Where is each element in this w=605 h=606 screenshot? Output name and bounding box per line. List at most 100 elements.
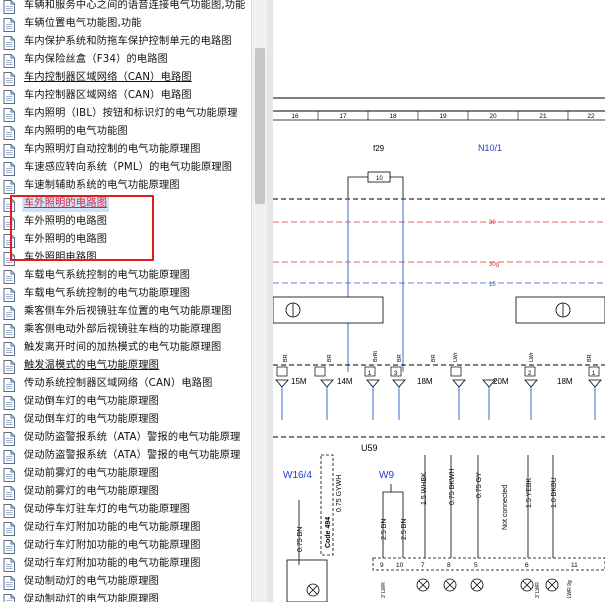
column-number: 22 (587, 113, 595, 120)
fuse-label: f29 (373, 144, 385, 153)
document-icon (3, 305, 15, 320)
tree-item-label: 车内照明的电气功能图 (24, 126, 128, 137)
tree-item-label: 促动防盗警报系统（ATA）警报的电气功能原理 (24, 450, 241, 461)
document-icon (3, 395, 15, 410)
wire-size: 0.75 GYWH (336, 475, 343, 512)
document-icon (3, 341, 15, 356)
tree-item-label: 促动前雾灯的电气功能原理图 (24, 486, 160, 497)
tree-item-label: 促动前雾灯的电气功能原理图 (24, 468, 160, 479)
tree-item[interactable]: 促动前雾灯的电气功能原理图 (0, 465, 251, 483)
tree-item-label: 车内保护系统和防拖车保护控制单元的电路图 (24, 36, 232, 47)
ground-label: 20M (493, 377, 509, 386)
wire-label: BR (397, 354, 403, 362)
tree-item[interactable]: 车速感应转向系统（PML）的电气功能原理图 (0, 159, 251, 177)
tree-item[interactable]: 促动行车灯附加功能的电气功能原理图 (0, 537, 251, 555)
wire-label: BrRt (373, 351, 379, 362)
document-icon (3, 377, 15, 392)
tree-item-label: 促动停车灯驻车灯的电气功能原理图 (24, 504, 191, 515)
tree-item[interactable]: 促动行车灯附加功能的电气功能原理图 (0, 519, 251, 537)
document-icon (3, 485, 15, 500)
tree-item[interactable]: 车内照明（IBL）按钮和标识灯的电气功能原理 (0, 105, 251, 123)
wire-size: 1.5 YEBK (526, 477, 533, 508)
document-icon (3, 89, 15, 104)
wire-label: BR (431, 354, 437, 362)
column-number: 21 (539, 113, 547, 120)
document-icon (3, 53, 15, 68)
column-number: 17 (339, 113, 347, 120)
ground-label: 18M (557, 377, 573, 386)
tree-item[interactable]: 触发温模式的电气功能原理图 (0, 357, 251, 375)
tree-item[interactable]: 车内控制器区域网络（CAN）电路图 (0, 69, 251, 87)
tree-item[interactable]: 促动防盗警报系统（ATA）警报的电气功能原理 (0, 447, 251, 465)
mid-ref: W9 (379, 470, 394, 481)
tree-item[interactable]: 乘客侧车外后视镜驻车位置的电气功能原理图 (0, 303, 251, 321)
pin-number: 5 (474, 562, 478, 569)
pin-small-label: 3' LWR (381, 582, 387, 598)
column-number: 18 (389, 113, 397, 120)
tree-item[interactable]: 促动制动灯的电气功能原理图 (0, 591, 251, 602)
document-icon (3, 323, 15, 338)
document-icon (3, 161, 15, 176)
wire-size: 1.0 BKBU (551, 477, 558, 508)
document-icon (3, 449, 15, 464)
wiring-diagram-viewer: 16 17 18 19 20 21 22 f29 10 N10/1 30 30g… (272, 0, 605, 603)
pin-number: 9 (380, 562, 384, 569)
tree-item[interactable]: 车载电气系统控制的电气功能原理图 (0, 267, 251, 285)
pin-small-label: LWR 9g (567, 580, 573, 598)
tree-item-label: 传动系统控制器区域网络（CAN）电路图 (24, 378, 213, 389)
wire-size: 0.75 GY (476, 472, 483, 498)
pin-small-label: 3' LWR (535, 582, 541, 598)
tree-item[interactable]: 乘客侧电动外部后视镜驻车档的功能原理图 (0, 321, 251, 339)
bus-label: 30g (489, 262, 499, 268)
tree-item-label: 促动制动灯的电气功能原理图 (24, 576, 160, 587)
tree-item-label: 乘客侧电动外部后视镜驻车档的功能原理图 (24, 324, 222, 335)
document-icon (3, 287, 15, 302)
tree-item[interactable]: 车内控制器区域网络（CAN）电路图 (0, 87, 251, 105)
tree-item[interactable]: 促动制动灯的电气功能原理图 (0, 573, 251, 591)
wire-label: BR (327, 354, 333, 362)
tree-item[interactable]: 车辆和服务中心之间的语音连接电气功能图,功能 (0, 0, 251, 15)
tree-item-label: 促动制动灯的电气功能原理图 (24, 594, 160, 602)
connector-label: U59 (361, 443, 378, 453)
tree-item-label: 车速制辅助系统的电气功能原理图 (24, 180, 180, 191)
wire-size: 1.5 WHBK (421, 472, 428, 505)
document-icon (3, 35, 15, 50)
document-icon (3, 125, 15, 140)
document-icon (3, 539, 15, 554)
tree-item[interactable]: 车辆位置电气功能图,功能 (0, 15, 251, 33)
tree-item[interactable]: 车内保险丝盒（F34）的电路图 (0, 51, 251, 69)
scrollbar-thumb[interactable] (255, 48, 265, 204)
left-ref: W16/4 (283, 470, 312, 481)
bus-label: 30 (489, 220, 496, 226)
tree-item[interactable]: 车载电气系统控制的电气功能原理图 (0, 285, 251, 303)
tree-item[interactable]: 促动防盗警报系统（ATA）警报的电气功能原理 (0, 429, 251, 447)
pin-number: 8 (447, 562, 451, 569)
document-icon (3, 17, 15, 32)
tree-item[interactable]: 促动停车灯驻车灯的电气功能原理图 (0, 501, 251, 519)
document-icon (3, 179, 15, 194)
tree-item[interactable]: 传动系统控制器区域网络（CAN）电路图 (0, 375, 251, 393)
tree-item[interactable]: 促动倒车灯的电气功能原理图 (0, 411, 251, 429)
tree-item[interactable]: 促动行车灯附加功能的电气功能原理图 (0, 555, 251, 573)
tree-item-label: 车内保险丝盒（F34）的电路图 (24, 54, 169, 65)
tree-item[interactable]: 车内照明灯自动控制的电气功能原理图 (0, 141, 251, 159)
document-icon (3, 575, 15, 590)
tree-item-label: 车辆位置电气功能图,功能 (24, 18, 142, 29)
wire-size: 2.5 BN (401, 519, 408, 540)
fuse-value: 10 (376, 176, 383, 182)
tree-item-label: 车内照明灯自动控制的电气功能原理图 (24, 144, 201, 155)
document-icon (3, 467, 15, 482)
tree-item-label: 促动行车灯附加功能的电气功能原理图 (24, 522, 201, 533)
code-label: Code 494 (325, 517, 332, 548)
column-number: 16 (291, 113, 299, 120)
document-tree-panel: 车辆和服务中心之间的语音连接电气功能图,功能车辆位置电气功能图,功能车内保护系统… (0, 0, 251, 602)
tree-item[interactable]: 触发离开时间的加热模式的电气功能原理图 (0, 339, 251, 357)
tree-item[interactable]: 促动前雾灯的电气功能原理图 (0, 483, 251, 501)
tree-item-label: 乘客侧车外后视镜驻车位置的电气功能原理图 (24, 306, 232, 317)
tree-item[interactable]: 车速制辅助系统的电气功能原理图 (0, 177, 251, 195)
tree-item[interactable]: 促动倒车灯的电气功能原理图 (0, 393, 251, 411)
tree-item[interactable]: 车内保护系统和防拖车保护控制单元的电路图 (0, 33, 251, 51)
tree-scrollbar[interactable] (251, 0, 268, 602)
document-icon (3, 521, 15, 536)
tree-item[interactable]: 车内照明的电气功能图 (0, 123, 251, 141)
